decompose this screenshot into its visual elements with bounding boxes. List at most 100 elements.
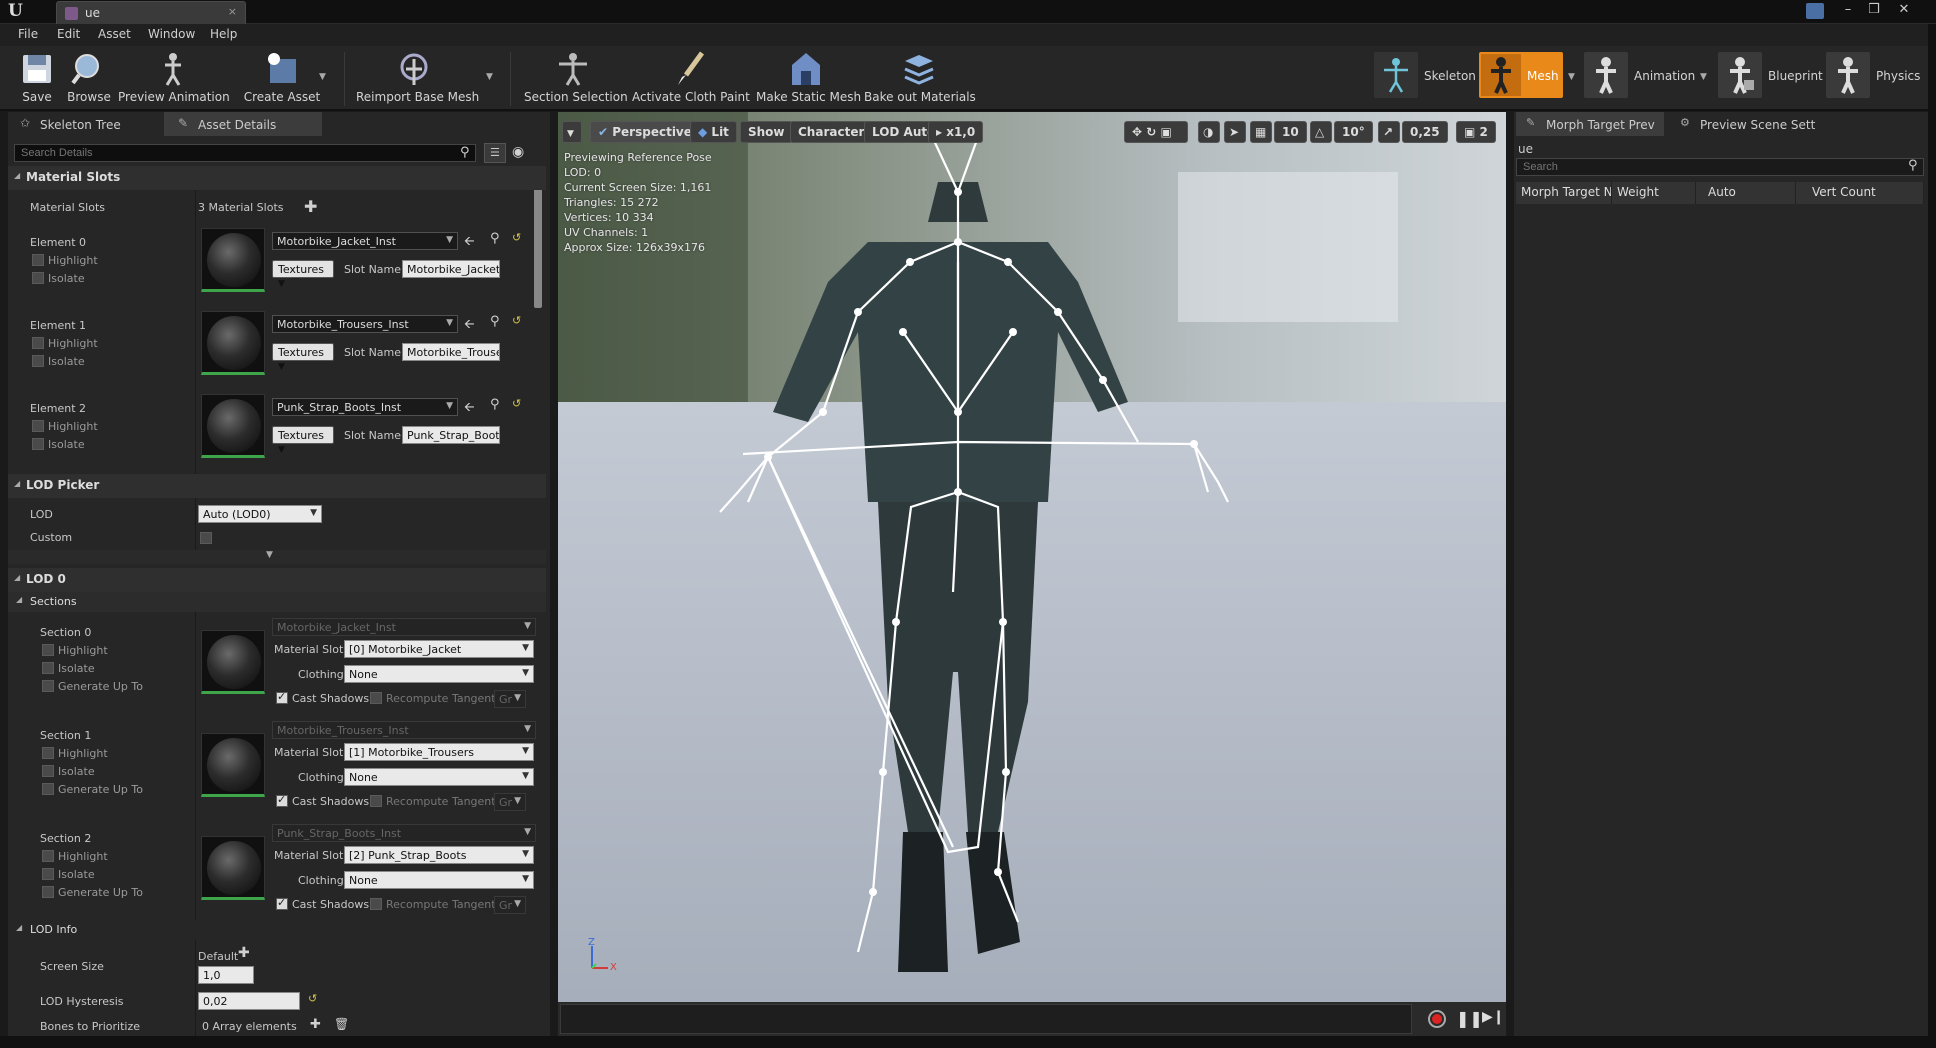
- record-button[interactable]: [1428, 1010, 1446, 1028]
- lod0-header[interactable]: LOD 0: [8, 568, 546, 592]
- material-slot-select[interactable]: [1] Motorbike_Trousers ▼: [344, 743, 534, 761]
- highlight-checkbox[interactable]: [42, 644, 54, 656]
- lit-button[interactable]: ◆ Lit: [690, 121, 737, 143]
- clothing-select[interactable]: None ▼: [344, 768, 534, 786]
- pause-button[interactable]: ❚❚: [1456, 1009, 1483, 1028]
- slot-name-field[interactable]: Motorbike_Jacket: [402, 260, 500, 278]
- isolate-checkbox[interactable]: [32, 438, 44, 450]
- use-selected-arrow-icon[interactable]: 🡨: [464, 398, 475, 420]
- menu-edit[interactable]: Edit: [57, 27, 80, 41]
- slot-name-field[interactable]: Punk_Strap_Boots: [402, 426, 500, 444]
- mesh-mode-button[interactable]: Mesh: [1479, 52, 1563, 98]
- tangent-channel-select[interactable]: Gr ▼: [494, 690, 526, 708]
- camera-speed-button[interactable]: ▣ 2: [1456, 121, 1496, 143]
- blueprint-mode-button[interactable]: [1718, 52, 1762, 98]
- mesh-mode-dropdown[interactable]: ▼: [1568, 72, 1575, 82]
- isolate-checkbox[interactable]: [42, 765, 54, 777]
- lod-select[interactable]: Auto (LOD0) ▼: [198, 505, 322, 523]
- reimport-dropdown[interactable]: ▼: [486, 72, 493, 82]
- material-thumbnail[interactable]: [201, 836, 265, 900]
- lod-picker-header[interactable]: LOD Picker: [8, 474, 546, 498]
- tab-preview-scene-settings[interactable]: ⚙ Preview Scene Sett: [1670, 112, 1830, 136]
- generate-up-to-checkbox[interactable]: [42, 680, 54, 692]
- column-vert-count[interactable]: Vert Count: [1796, 182, 1924, 204]
- material-thumbnail[interactable]: [201, 630, 265, 694]
- viewport-options-button[interactable]: ▼: [562, 121, 582, 143]
- browse-asset-icon[interactable]: ⚲: [490, 314, 500, 329]
- physics-mode-label[interactable]: Physics: [1876, 69, 1920, 83]
- search-details-input[interactable]: [14, 144, 476, 162]
- cast-shadows-checkbox[interactable]: [276, 896, 288, 910]
- reset-icon[interactable]: ↺: [512, 314, 521, 327]
- reset-icon[interactable]: ↺: [512, 231, 521, 244]
- material-thumbnail[interactable]: [201, 228, 265, 292]
- 3d-viewport[interactable]: ▼ ✔ Perspective ◆ Lit Show Character LOD…: [558, 112, 1506, 1002]
- column-auto[interactable]: Auto: [1696, 182, 1796, 204]
- scale-snap-toggle[interactable]: ↗: [1378, 121, 1400, 143]
- character-button[interactable]: Character: [790, 121, 873, 143]
- generate-up-to-checkbox[interactable]: [42, 886, 54, 898]
- clothing-select[interactable]: None ▼: [344, 871, 534, 889]
- slot-name-field[interactable]: Motorbike_Trouse: [402, 343, 500, 361]
- tab-morph-target-preview[interactable]: ✎ Morph Target Prev: [1516, 112, 1664, 136]
- highlight-checkbox[interactable]: [42, 850, 54, 862]
- skeleton-mode-label[interactable]: Skeleton: [1424, 69, 1476, 83]
- isolate-checkbox[interactable]: [32, 272, 44, 284]
- rotation-snap-value[interactable]: 10°: [1334, 121, 1373, 143]
- playback-speed-button[interactable]: ▸ x1,0: [928, 121, 984, 143]
- use-selected-arrow-icon[interactable]: 🡨: [464, 315, 475, 337]
- add-element-icon[interactable]: ✚: [310, 1017, 321, 1032]
- menu-asset[interactable]: Asset: [98, 27, 131, 41]
- perspective-button[interactable]: ✔ Perspective: [590, 121, 700, 143]
- cast-shadows-checkbox[interactable]: [276, 793, 288, 807]
- browse-asset-icon[interactable]: ⚲: [490, 397, 500, 412]
- menu-help[interactable]: Help: [210, 27, 237, 41]
- tangent-channel-select[interactable]: Gr ▼: [494, 896, 526, 914]
- reset-icon[interactable]: ↺: [512, 397, 521, 410]
- material-picker[interactable]: Punk_Strap_Boots_Inst ▼: [272, 398, 458, 416]
- physics-mode-button[interactable]: [1826, 52, 1870, 98]
- morph-target-search-input[interactable]: [1516, 158, 1924, 176]
- surface-snap-toggle[interactable]: ➤: [1224, 121, 1246, 143]
- custom-checkbox[interactable]: [200, 532, 212, 544]
- add-material-slot-icon[interactable]: ✚: [304, 197, 317, 216]
- animation-mode-label[interactable]: Animation: [1634, 69, 1695, 83]
- view-options-button[interactable]: ☰: [484, 143, 506, 163]
- generate-up-to-checkbox[interactable]: [42, 783, 54, 795]
- isolate-checkbox[interactable]: [42, 662, 54, 674]
- material-thumbnail[interactable]: [201, 733, 265, 797]
- material-slot-select[interactable]: [2] Punk_Strap_Boots ▼: [344, 846, 534, 864]
- tab-asset-details[interactable]: ✎ Asset Details: [164, 112, 322, 136]
- step-forward-button[interactable]: ▶❙: [1482, 1009, 1505, 1025]
- add-icon[interactable]: ✚: [238, 945, 250, 961]
- activate-cloth-paint-button[interactable]: Activate Cloth Paint: [632, 46, 750, 111]
- preview-animation-button[interactable]: Preview Animation: [118, 46, 230, 111]
- make-static-mesh-button[interactable]: Make Static Mesh: [756, 46, 861, 111]
- lod-hysteresis-field[interactable]: 0,02: [198, 992, 300, 1010]
- material-picker[interactable]: Motorbike_Jacket_Inst ▼: [272, 232, 458, 250]
- trash-icon[interactable]: 🗑: [334, 1017, 349, 1031]
- notification-icon[interactable]: [1806, 3, 1824, 19]
- browse-button[interactable]: Browse: [62, 46, 116, 111]
- material-slot-select[interactable]: [0] Motorbike_Jacket ▼: [344, 640, 534, 658]
- column-weight[interactable]: Weight: [1612, 182, 1696, 204]
- create-asset-dropdown[interactable]: ▼: [319, 72, 326, 82]
- material-thumbnail[interactable]: [201, 311, 265, 375]
- menu-file[interactable]: File: [18, 27, 38, 41]
- highlight-checkbox[interactable]: [32, 420, 44, 432]
- tab-skeleton-tree[interactable]: ✩ Skeleton Tree: [10, 112, 160, 136]
- create-asset-button[interactable]: Create Asset: [240, 46, 324, 111]
- material-picker[interactable]: Motorbike_Trousers_Inst ▼: [272, 315, 458, 333]
- material-slots-header[interactable]: Material Slots: [8, 166, 546, 190]
- textures-dropdown[interactable]: Textures ▼: [272, 260, 334, 289]
- textures-dropdown[interactable]: Textures ▼: [272, 426, 334, 455]
- close-window-button[interactable]: ✕: [1890, 1, 1918, 21]
- restore-button[interactable]: ❒: [1860, 1, 1888, 21]
- browse-asset-icon[interactable]: ⚲: [490, 231, 500, 246]
- rotation-snap-toggle[interactable]: △: [1310, 121, 1332, 143]
- world-local-toggle[interactable]: ◑: [1198, 121, 1220, 143]
- sections-header-row[interactable]: ◢ Sections: [8, 592, 546, 612]
- grid-snap-toggle[interactable]: ▦: [1250, 121, 1272, 143]
- animation-mode-dropdown[interactable]: ▼: [1700, 72, 1707, 82]
- scale-snap-value[interactable]: 0,25: [1402, 121, 1448, 143]
